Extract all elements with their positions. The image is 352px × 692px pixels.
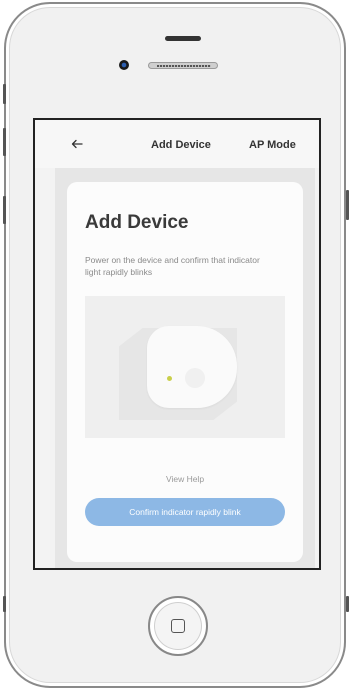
view-help-link[interactable]: View Help <box>67 474 303 484</box>
earpiece-slot <box>165 36 201 41</box>
ap-mode-button[interactable]: AP Mode <box>249 139 296 151</box>
side-button-left-lower <box>3 596 6 612</box>
device-illustration <box>85 296 285 438</box>
add-device-card: Add Device Power on the device and confi… <box>67 182 303 562</box>
home-button-icon <box>171 619 185 633</box>
app-top-bar: Add Device AP Mode <box>35 120 319 168</box>
home-button[interactable] <box>148 596 208 656</box>
indicator-light-icon <box>167 376 172 381</box>
device-power-button <box>185 368 205 388</box>
side-button-right-lower <box>346 596 349 612</box>
front-camera <box>119 60 129 70</box>
card-instructions: Power on the device and confirm that ind… <box>85 255 260 277</box>
phone-screen: Add Device AP Mode Add Device Power on t… <box>33 118 321 570</box>
smart-device-image <box>147 326 237 408</box>
card-heading: Add Device <box>85 212 189 233</box>
arrow-left-icon[interactable] <box>71 138 83 150</box>
confirm-blink-button[interactable]: Confirm indicator rapidly blink <box>85 498 285 526</box>
volume-up-button <box>3 128 6 156</box>
page-title: Add Device <box>151 139 211 151</box>
side-button-right-upper <box>346 190 349 220</box>
phone-mockup: Add Device AP Mode Add Device Power on t… <box>0 0 352 692</box>
volume-down-button <box>3 196 6 224</box>
mute-switch <box>3 84 6 104</box>
speaker-grille <box>148 62 218 69</box>
